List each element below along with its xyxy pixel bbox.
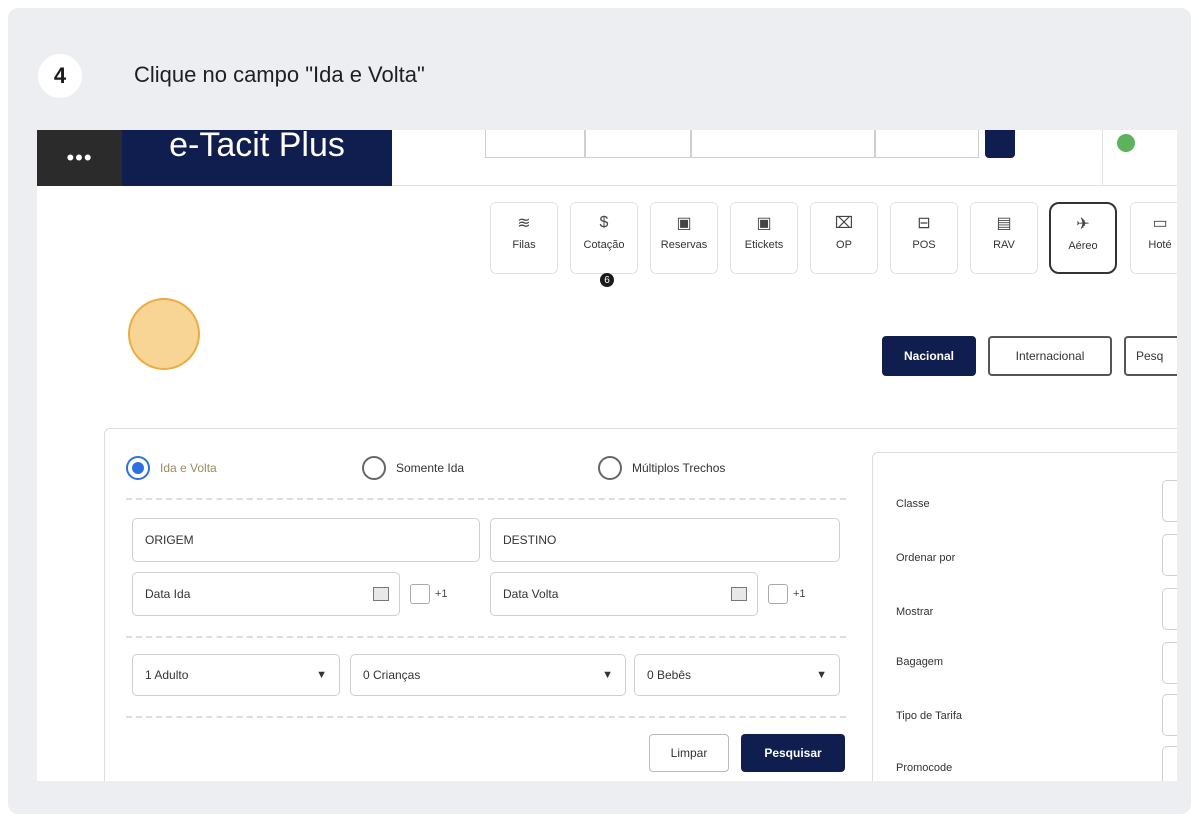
module-hotel[interactable]: ▭ Hoté xyxy=(1130,202,1177,274)
tab-internacional[interactable]: Internacional xyxy=(988,336,1112,376)
tipo-tarifa-select[interactable] xyxy=(1162,694,1177,736)
module-reservas[interactable]: ▣ Reservas xyxy=(650,202,718,274)
criancas-select[interactable]: 0 Crianças ▼ xyxy=(350,654,626,696)
radio-selected-icon xyxy=(126,456,150,480)
topbar-field-4[interactable] xyxy=(875,130,979,158)
calendar-icon: ▣ xyxy=(676,215,692,232)
tipo-tarifa-label: Tipo de Tarifa xyxy=(896,710,963,722)
airplane-icon: ✈ xyxy=(1076,216,1090,233)
ordenar-label: Ordenar por xyxy=(896,552,956,564)
calendar-icon[interactable] xyxy=(373,587,389,601)
hotel-icon: ▭ xyxy=(1152,215,1168,232)
tab-nacional[interactable]: Nacional xyxy=(882,336,976,376)
plus-one-label: +1 xyxy=(435,588,448,600)
topbar-field-1[interactable] xyxy=(485,130,585,158)
radio-somente-ida[interactable]: Somente Ida xyxy=(362,456,464,480)
module-filas[interactable]: ≋ Filas xyxy=(490,202,558,274)
topbar-divider xyxy=(1102,130,1103,186)
divider xyxy=(126,498,846,500)
chevron-down-icon: ▼ xyxy=(602,669,613,681)
bebes-select[interactable]: 0 Bebês ▼ xyxy=(634,654,840,696)
data-volta-plus-one-checkbox[interactable] xyxy=(768,584,788,604)
ticket-icon: ⌧ xyxy=(834,215,854,232)
radio-empty-icon xyxy=(598,456,622,480)
status-indicator-icon xyxy=(1117,134,1135,152)
topbar-field-3[interactable] xyxy=(691,130,875,158)
mostrar-select[interactable] xyxy=(1162,588,1177,630)
radio-multiplos-trechos[interactable]: Múltiplos Trechos xyxy=(598,456,725,480)
data-ida-plus-one-checkbox[interactable] xyxy=(410,584,430,604)
topbar-search-button[interactable] xyxy=(985,130,1015,158)
promocode-label: Promocode xyxy=(896,762,953,774)
app-logo: e-Tacit Plus xyxy=(122,130,392,186)
mostrar-label: Mostrar xyxy=(896,606,934,618)
document-icon: ▤ xyxy=(996,215,1012,232)
topbar-field-2[interactable] xyxy=(585,130,691,158)
chevron-down-icon: ▼ xyxy=(816,669,827,681)
classe-label: Classe xyxy=(896,498,930,510)
app-screenshot: ••• e-Tacit Plus ≋ Filas $ Cotação ▣ Res… xyxy=(37,130,1177,781)
dollar-coin-icon: $ xyxy=(599,214,609,231)
module-cotacao[interactable]: $ Cotação xyxy=(570,202,638,274)
radio-empty-icon xyxy=(362,456,386,480)
module-rav[interactable]: ▤ RAV xyxy=(970,202,1038,274)
radio-ida-e-volta[interactable]: Ida e Volta xyxy=(126,456,217,480)
calendar-ticket-icon: ▣ xyxy=(756,215,772,232)
bagagem-select[interactable] xyxy=(1162,642,1177,684)
module-op[interactable]: ⌧ OP xyxy=(810,202,878,274)
limpar-button[interactable]: Limpar xyxy=(649,734,729,772)
pesquisar-button[interactable]: Pesquisar xyxy=(741,734,845,772)
click-highlight-marker xyxy=(128,298,200,370)
chevron-down-icon: ▼ xyxy=(316,669,327,681)
bagagem-label: Bagagem xyxy=(896,656,944,668)
classe-select[interactable] xyxy=(1162,480,1177,522)
tab-pesquisa[interactable]: Pesq xyxy=(1124,336,1177,376)
adultos-select[interactable]: 1 Adulto ▼ xyxy=(132,654,340,696)
divider xyxy=(126,716,846,718)
data-ida-input[interactable]: Data Ida xyxy=(132,572,400,616)
calendar-icon[interactable] xyxy=(731,587,747,601)
data-volta-input[interactable]: Data Volta xyxy=(490,572,758,616)
layers-icon: ≋ xyxy=(517,215,531,232)
divider xyxy=(126,636,846,638)
module-etickets[interactable]: ▣ Etickets xyxy=(730,202,798,274)
plus-one-label: +1 xyxy=(793,588,806,600)
promocode-input[interactable] xyxy=(1162,746,1177,781)
module-pos[interactable]: ⊟ POS xyxy=(890,202,958,274)
cotacao-count-badge: 6 xyxy=(600,273,614,287)
top-bar: ••• e-Tacit Plus xyxy=(37,130,1177,186)
origem-input[interactable]: ORIGEM xyxy=(132,518,480,562)
step-number-badge: 4 xyxy=(38,54,82,98)
step-instruction: Clique no campo "Ida e Volta" xyxy=(134,62,425,87)
destino-input[interactable]: DESTINO xyxy=(490,518,840,562)
module-aereo[interactable]: ✈ Aéreo xyxy=(1049,202,1117,274)
pos-icon: ⊟ xyxy=(917,215,931,232)
ordenar-select[interactable] xyxy=(1162,534,1177,576)
apps-menu-icon[interactable]: ••• xyxy=(37,130,122,186)
